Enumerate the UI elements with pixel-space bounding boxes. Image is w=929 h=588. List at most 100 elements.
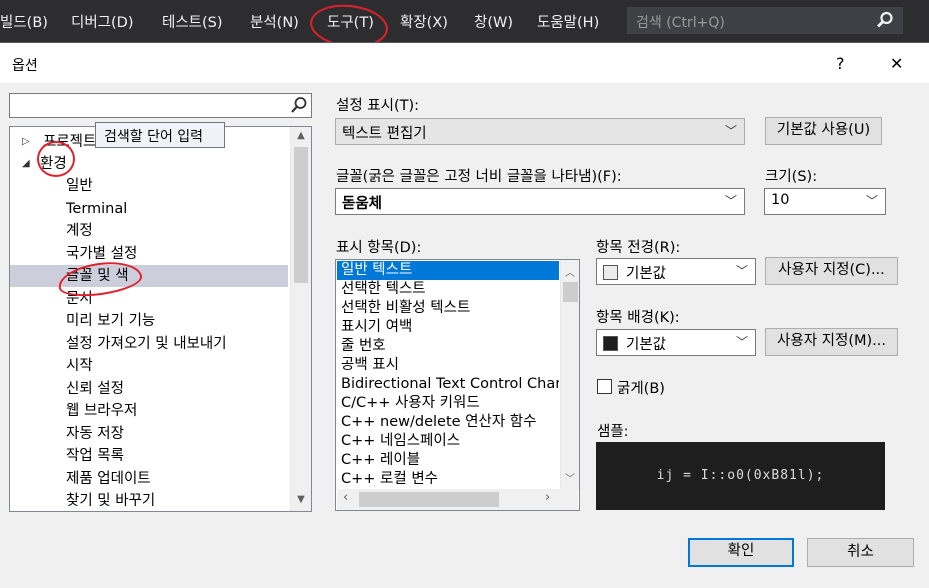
list-item[interactable]: 선택한 텍스트 bbox=[337, 280, 559, 299]
list-item[interactable]: 표시기 여백 bbox=[337, 318, 559, 337]
tree-item-fonts-colors[interactable]: 글꼴 및 색 bbox=[10, 265, 288, 287]
tree-item-label: 찾기 및 바꾸기 bbox=[66, 493, 156, 509]
scroll-up-icon[interactable]: ︿ bbox=[561, 264, 579, 279]
scroll-right-icon[interactable]: › bbox=[545, 490, 550, 505]
tree-item-label: 문서 bbox=[66, 291, 93, 307]
tree-item-label: 환경 bbox=[40, 156, 67, 172]
scroll-up-icon[interactable]: ▲ bbox=[291, 130, 311, 141]
menu-build[interactable]: 빌드(B) bbox=[0, 11, 48, 32]
show-settings-label: 설정 표시(T): bbox=[336, 98, 420, 114]
scroll-down-icon[interactable]: ﹀ bbox=[561, 470, 579, 485]
tree-item-task-list[interactable]: 작업 목록 bbox=[10, 445, 288, 467]
scroll-thumb[interactable] bbox=[563, 282, 578, 302]
menu-analyze[interactable]: 분석(N) bbox=[250, 11, 299, 32]
tree-item-label: 웹 브라우저 bbox=[66, 403, 138, 419]
tree-item-web-browser[interactable]: 웹 브라우저 bbox=[10, 400, 288, 422]
scroll-thumb[interactable] bbox=[359, 492, 499, 507]
list-item[interactable]: C++ new/delete 연산자 함수 bbox=[337, 413, 559, 432]
list-item[interactable]: C/C++ 사용자 키워드 bbox=[337, 394, 559, 413]
tree-item-autosave[interactable]: 자동 저장 bbox=[10, 423, 288, 445]
color-swatch bbox=[603, 265, 618, 280]
tree-item-environment[interactable]: ◢ 환경 bbox=[10, 153, 288, 175]
display-items-label: 표시 항목(D): bbox=[336, 240, 422, 256]
tree-scrollbar[interactable]: ▲ ▼ bbox=[290, 127, 311, 511]
help-button[interactable]: ? bbox=[836, 54, 845, 73]
search-tooltip: 검색할 단어 입력 bbox=[95, 122, 225, 148]
list-item[interactable]: Bidirectional Text Control Character bbox=[337, 375, 559, 394]
menu-help[interactable]: 도움말(H) bbox=[537, 11, 599, 32]
tree-item-international[interactable]: 국가별 설정 bbox=[10, 243, 288, 265]
foreground-custom-button[interactable]: 사용자 지정(C)... bbox=[765, 257, 898, 285]
menu-extensions[interactable]: 확장(X) bbox=[400, 11, 448, 32]
tree-item-label: 자동 저장 bbox=[66, 426, 124, 442]
menu-test[interactable]: 테스트(S) bbox=[162, 11, 223, 32]
item-background-label: 항목 배경(K): bbox=[596, 310, 680, 326]
list-hscrollbar[interactable]: ‹ › bbox=[337, 489, 578, 510]
search-icon bbox=[290, 95, 308, 119]
tree-item-label: 시작 bbox=[66, 358, 93, 374]
quick-search-input[interactable]: 검색 (Ctrl+Q) bbox=[627, 7, 903, 34]
show-settings-combo[interactable]: 텍스트 편집기 ﹀ bbox=[335, 118, 745, 145]
tree-item-label: 미리 보기 기능 bbox=[66, 313, 156, 329]
item-foreground-combo[interactable]: 기본값 ﹀ bbox=[596, 258, 756, 285]
chevron-down-icon: ﹀ bbox=[724, 124, 737, 138]
tree-item-label: 설정 가져오기 및 내보내기 bbox=[66, 336, 227, 352]
chevron-down-icon: ﹀ bbox=[724, 194, 737, 208]
background-custom-button[interactable]: 사용자 지정(M)... bbox=[765, 328, 898, 356]
size-value: 10 bbox=[771, 192, 790, 208]
search-icon[interactable] bbox=[876, 11, 894, 33]
font-combo[interactable]: 돋움체 ﹀ bbox=[335, 188, 745, 215]
tree-item-terminal[interactable]: Terminal bbox=[10, 198, 288, 220]
display-items-list[interactable]: 일반 텍스트 선택한 텍스트 선택한 비활성 텍스트 표시기 여백 줄 번호 공… bbox=[335, 259, 580, 511]
tree-item-accounts[interactable]: 계정 bbox=[10, 220, 288, 242]
options-search-input[interactable] bbox=[9, 93, 312, 118]
collapse-arrow-icon[interactable]: ◢ bbox=[22, 153, 30, 175]
list-item[interactable]: 선택한 비활성 텍스트 bbox=[337, 299, 559, 318]
sample-label: 샘플: bbox=[597, 424, 629, 440]
show-settings-value: 텍스트 편집기 bbox=[342, 126, 427, 142]
scroll-left-icon[interactable]: ‹ bbox=[343, 490, 348, 505]
tree-item-label: 작업 목록 bbox=[66, 448, 124, 464]
close-button[interactable]: ✕ bbox=[890, 54, 903, 73]
dialog-title: 옵션 bbox=[12, 58, 38, 74]
tree-item-trust[interactable]: 신뢰 설정 bbox=[10, 378, 288, 400]
list-item[interactable]: C++ 레이블 bbox=[337, 451, 559, 470]
quick-search-placeholder: 검색 (Ctrl+Q) bbox=[636, 15, 725, 31]
item-background-value: 기본값 bbox=[626, 337, 667, 353]
tree-item-general[interactable]: 일반 bbox=[10, 175, 288, 197]
expand-arrow-icon[interactable]: ▷ bbox=[22, 131, 30, 153]
scroll-down-icon[interactable]: ▼ bbox=[291, 494, 311, 505]
tree-item-documents[interactable]: 문서 bbox=[10, 288, 288, 310]
tree-item-label: 프로젝트 bbox=[43, 134, 97, 150]
tree-item-startup[interactable]: 시작 bbox=[10, 355, 288, 377]
menu-tools[interactable]: 도구(T) bbox=[327, 11, 374, 32]
scroll-thumb[interactable] bbox=[294, 147, 308, 283]
tree-item-import-export[interactable]: 설정 가져오기 및 내보내기 bbox=[10, 333, 288, 355]
ok-button[interactable]: 확인 bbox=[688, 538, 794, 567]
chevron-down-icon: ﹀ bbox=[865, 194, 878, 208]
menu-debug[interactable]: 디버그(D) bbox=[71, 11, 134, 32]
list-item[interactable]: 공백 표시 bbox=[337, 356, 559, 375]
list-vscrollbar[interactable]: ︿ ﹀ bbox=[560, 260, 579, 489]
bold-checkbox[interactable] bbox=[597, 379, 612, 394]
size-combo[interactable]: 10 ﹀ bbox=[764, 188, 886, 215]
list-item[interactable]: 줄 번호 bbox=[337, 337, 559, 356]
item-background-combo[interactable]: 기본값 ﹀ bbox=[596, 329, 756, 356]
font-label: 글꼴(굵은 글꼴은 고정 너비 글꼴을 나타냄)(F): bbox=[336, 169, 622, 185]
tree-item-label: 글꼴 및 색 bbox=[66, 268, 129, 284]
tree-item-product-updates[interactable]: 제품 업데이트 bbox=[10, 468, 288, 490]
font-value: 돋움체 bbox=[342, 196, 383, 212]
dialog-titlebar: 옵션 ? ✕ bbox=[0, 43, 929, 83]
use-defaults-button[interactable]: 기본값 사용(U) bbox=[765, 117, 882, 145]
list-item[interactable]: 일반 텍스트 bbox=[337, 261, 559, 280]
chevron-down-icon: ﹀ bbox=[735, 335, 748, 349]
list-item[interactable]: C++ 로컬 변수 bbox=[337, 470, 559, 489]
tree-item-label: 계정 bbox=[66, 223, 93, 239]
tree-item-preview-features[interactable]: 미리 보기 기능 bbox=[10, 310, 288, 332]
list-item[interactable]: C++ 네임스페이스 bbox=[337, 432, 559, 451]
cancel-button[interactable]: 취소 bbox=[807, 538, 914, 567]
tree-item-label: 제품 업데이트 bbox=[66, 471, 151, 487]
tree-item-find-replace[interactable]: 찾기 및 바꾸기 bbox=[10, 490, 288, 511]
menu-window[interactable]: 창(W) bbox=[474, 11, 513, 32]
options-tree[interactable]: ▷ 프로젝트 ◢ 환경 일반 Terminal 계정 국가별 설정 글꼴 및 색… bbox=[9, 126, 312, 512]
